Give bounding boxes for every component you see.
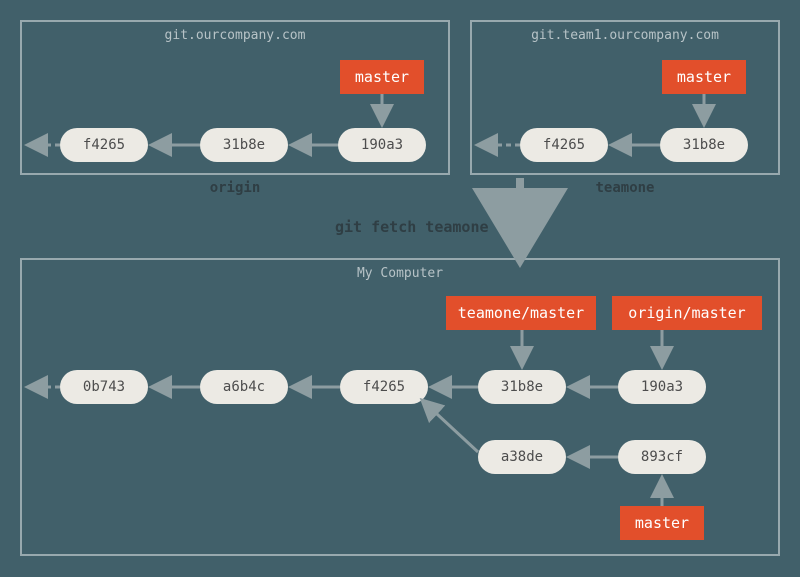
local-commit-190a3: 190a3 bbox=[618, 370, 706, 404]
teamone-commit-31b8e: 31b8e bbox=[660, 128, 748, 162]
local-commit-0b743: 0b743 bbox=[60, 370, 148, 404]
command-text: git fetch teamone bbox=[335, 218, 489, 236]
origin-label: origin bbox=[20, 180, 450, 196]
local-branch-teamone-master: teamone/master bbox=[446, 296, 596, 330]
local-commit-a6b4c: a6b4c bbox=[200, 370, 288, 404]
teamone-label: teamone bbox=[470, 180, 780, 196]
local-branch-master: master bbox=[620, 506, 704, 540]
local-commit-f4265: f4265 bbox=[340, 370, 428, 404]
local-branch-origin-master: origin/master bbox=[612, 296, 762, 330]
teamone-host: git.team1.ourcompany.com bbox=[472, 28, 778, 43]
origin-branch-master: master bbox=[340, 60, 424, 94]
local-commit-a38de: a38de bbox=[478, 440, 566, 474]
local-title: My Computer bbox=[22, 266, 778, 281]
teamone-branch-master: master bbox=[662, 60, 746, 94]
local-commit-893cf: 893cf bbox=[618, 440, 706, 474]
origin-host: git.ourcompany.com bbox=[22, 28, 448, 43]
origin-commit-190a3: 190a3 bbox=[338, 128, 426, 162]
origin-commit-31b8e: 31b8e bbox=[200, 128, 288, 162]
local-commit-31b8e: 31b8e bbox=[478, 370, 566, 404]
teamone-commit-f4265: f4265 bbox=[520, 128, 608, 162]
origin-commit-f4265: f4265 bbox=[60, 128, 148, 162]
